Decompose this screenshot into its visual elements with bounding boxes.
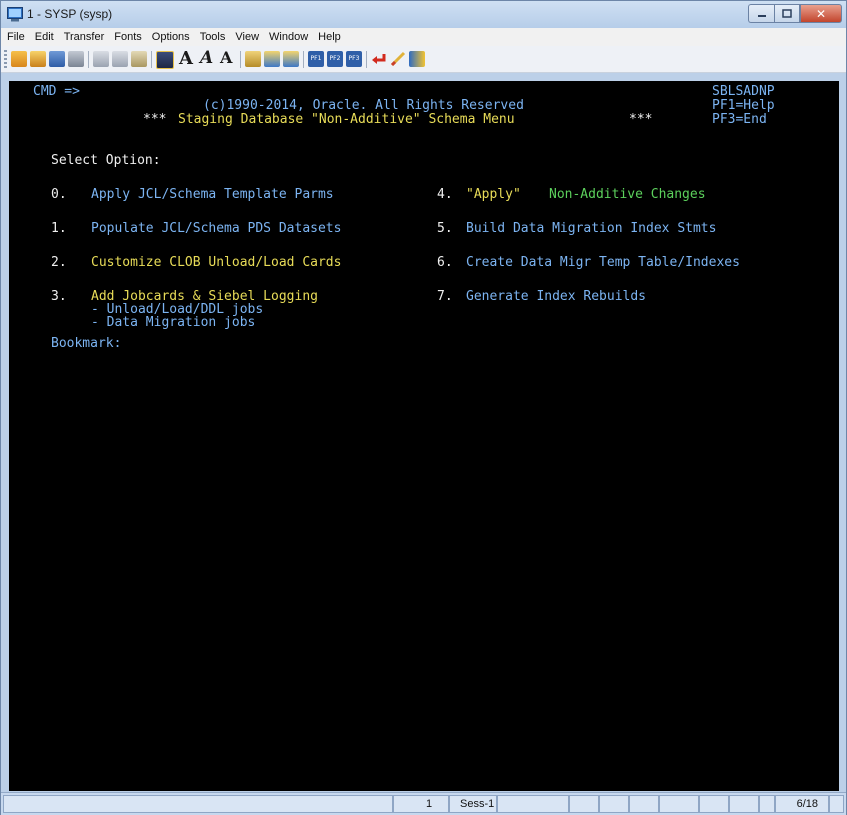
status-cell-empty xyxy=(759,795,775,813)
pf2-key-icon[interactable]: PF2 xyxy=(327,51,343,67)
enter-icon[interactable] xyxy=(371,51,387,67)
session-number: 1 xyxy=(393,795,449,813)
menu-help[interactable]: Help xyxy=(313,31,346,43)
sub-item-data-migration-jobs: - Data Migration jobs xyxy=(91,315,256,330)
program-name: SBLSADNP xyxy=(712,84,775,99)
pf1-help-hint: PF1=Help xyxy=(712,98,775,113)
resize-grip-icon[interactable] xyxy=(829,795,844,813)
connect-icon[interactable] xyxy=(11,51,27,67)
status-cell-empty xyxy=(569,795,599,813)
status-message-area xyxy=(3,795,393,813)
option-number: 0. xyxy=(51,187,67,202)
status-cell-empty xyxy=(599,795,629,813)
macro-icon[interactable] xyxy=(245,51,261,67)
option-non-additive-changes[interactable]: Non-Additive Changes xyxy=(549,187,706,202)
option-generate-index-rebuilds[interactable]: Generate Index Rebuilds xyxy=(466,289,646,304)
font-large-icon[interactable]: A xyxy=(179,48,193,69)
cursor-position: 6/18 xyxy=(775,795,829,813)
terminal-app-icon xyxy=(7,7,23,22)
terminal-screen[interactable]: CMD => SBLSADNP (c)1990-2014, Oracle. Al… xyxy=(9,81,839,791)
option-create-data-migr-temp-table-indexes[interactable]: Create Data Migr Temp Table/Indexes xyxy=(466,255,740,270)
pf1-key-icon[interactable]: PF1 xyxy=(308,51,324,67)
terminal-emulator-window: 1 - SYSP (sysp) ✕ File Edit Transfer Fon… xyxy=(0,0,847,815)
option-number: 7. xyxy=(437,289,453,304)
menu-transfer[interactable]: Transfer xyxy=(59,31,110,43)
close-icon: ✕ xyxy=(815,6,827,21)
option-number: 2. xyxy=(51,255,67,270)
status-bar: 1 Sess-1 6/18 xyxy=(1,792,846,815)
new-session-icon[interactable] xyxy=(30,51,46,67)
status-cell-empty xyxy=(699,795,729,813)
status-cell-empty xyxy=(629,795,659,813)
option-customize-clob-unload-load-cards[interactable]: Customize CLOB Unload/Load Cards xyxy=(91,255,341,270)
option-apply-jcl-schema-template-parms[interactable]: Apply JCL/Schema Template Parms xyxy=(91,187,334,202)
option-number: 1. xyxy=(51,221,67,236)
menu-fonts[interactable]: Fonts xyxy=(109,31,147,43)
command-prompt[interactable]: CMD => xyxy=(33,84,80,99)
menu-tools[interactable]: Tools xyxy=(195,31,231,43)
minimize-button[interactable] xyxy=(748,4,774,23)
bookmark-field[interactable]: Bookmark: xyxy=(51,336,121,351)
receive-file-icon[interactable] xyxy=(283,51,299,67)
select-mode-icon[interactable] xyxy=(156,51,174,69)
option-build-data-migration-index-stmts[interactable]: Build Data Migration Index Stmts xyxy=(466,221,716,236)
status-cell-empty xyxy=(659,795,699,813)
copy-icon[interactable] xyxy=(112,51,128,67)
keyboard-map-icon[interactable] xyxy=(409,51,425,67)
maximize-icon xyxy=(782,9,792,18)
menu-edit[interactable]: Edit xyxy=(30,31,59,43)
pf3-end-hint: PF3=End xyxy=(712,112,767,127)
clear-icon[interactable] xyxy=(390,51,406,67)
minimize-icon xyxy=(757,14,766,17)
option-number: 4. xyxy=(437,187,453,202)
select-option-label: Select Option: xyxy=(51,153,161,168)
toolbar-grip[interactable] xyxy=(4,50,7,68)
menu-file[interactable]: File xyxy=(1,31,30,43)
pf3-key-icon[interactable]: PF3 xyxy=(346,51,362,67)
font-medium-icon[interactable]: A xyxy=(200,48,213,68)
status-cell-empty xyxy=(497,795,569,813)
print-icon[interactable] xyxy=(68,51,84,67)
menu-view[interactable]: View xyxy=(230,31,264,43)
copyright-text: (c)1990-2014, Oracle. All Rights Reserve… xyxy=(203,98,524,113)
send-file-icon[interactable] xyxy=(264,51,280,67)
close-button[interactable]: ✕ xyxy=(800,4,842,23)
option-number: 3. xyxy=(51,289,67,304)
session-name: Sess-1 xyxy=(449,795,497,813)
cut-icon[interactable] xyxy=(93,51,109,67)
title-stars-left: *** xyxy=(143,112,167,127)
menu-title: Staging Database "Non-Additive" Schema M… xyxy=(178,112,515,127)
session-list-icon[interactable] xyxy=(49,51,65,67)
menu-bar: File Edit Transfer Fonts Options Tools V… xyxy=(1,28,846,46)
window-title: 1 - SYSP (sysp) xyxy=(27,7,113,21)
font-small-icon[interactable]: A xyxy=(220,48,232,67)
status-cell-empty xyxy=(729,795,759,813)
maximize-button[interactable] xyxy=(774,4,800,23)
paste-icon[interactable] xyxy=(131,51,147,67)
title-stars-right: *** xyxy=(629,112,653,127)
toolbar: A A A PF1 PF2 PF3 xyxy=(1,46,846,73)
option-apply-quoted[interactable]: "Apply" xyxy=(466,187,521,202)
menu-options[interactable]: Options xyxy=(147,31,195,43)
title-bar: 1 - SYSP (sysp) ✕ xyxy=(1,1,846,28)
option-populate-jcl-schema-pds-datasets[interactable]: Populate JCL/Schema PDS Datasets xyxy=(91,221,341,236)
menu-window[interactable]: Window xyxy=(264,31,313,43)
option-number: 6. xyxy=(437,255,453,270)
option-number: 5. xyxy=(437,221,453,236)
